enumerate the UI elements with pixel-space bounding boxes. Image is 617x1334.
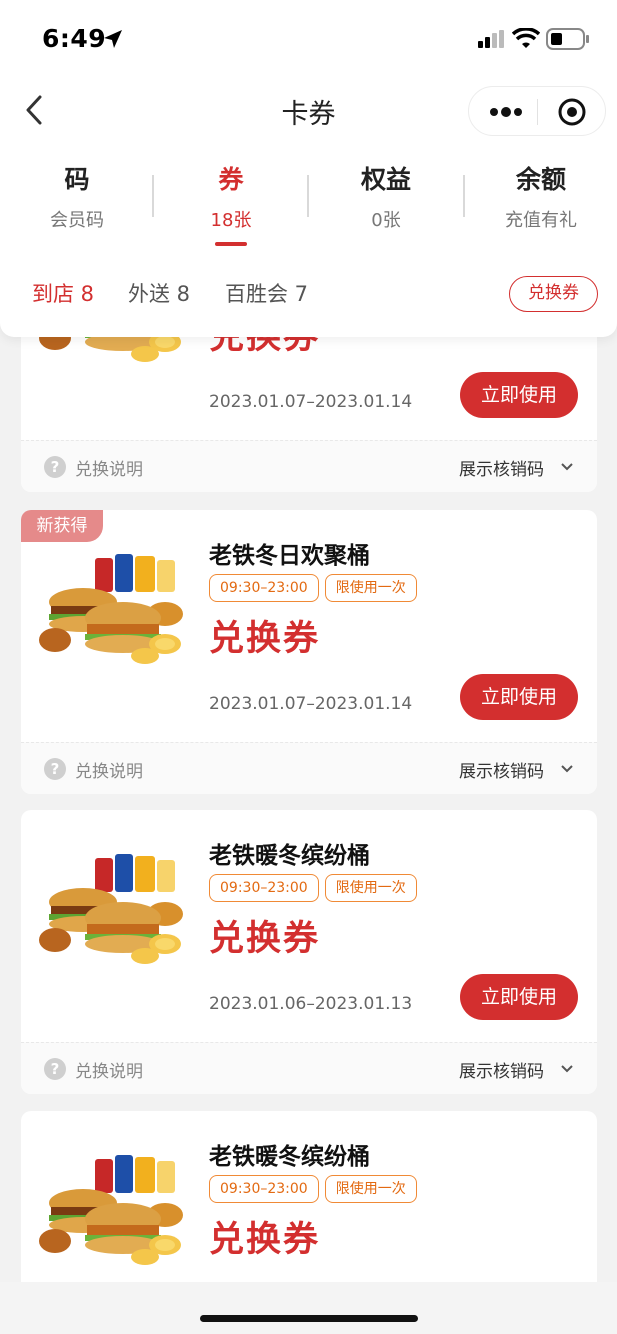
redeem-instructions-link[interactable]: 兑换说明: [75, 455, 143, 480]
tab-member-code[interactable]: 码 会员码: [0, 150, 154, 232]
coupon-name: 老铁冬日欢聚桶: [209, 543, 370, 569]
battery-icon: [546, 28, 589, 50]
meal-image: [39, 1155, 183, 1265]
tab-benefits[interactable]: 权益 0张: [309, 150, 463, 232]
top-tabs: 码 会员码 券 18张 权益 0张 余额 充值有礼: [0, 150, 617, 250]
nav-bar: 卡券: [0, 78, 617, 144]
tab-title: 余额: [515, 165, 566, 194]
time-tag: 09:30–23:00: [209, 1175, 319, 1203]
sub-tab-delivery[interactable]: 外送 8: [128, 278, 190, 308]
coupon-card: 新获得 老铁冬日欢聚桶 09:30–23:00 限使用一次 兑换券 2023.01…: [21, 510, 597, 794]
sub-tab-in-store[interactable]: 到店 8: [32, 278, 94, 308]
active-tab-underline: [215, 242, 247, 246]
tab-balance[interactable]: 余额 充值有礼: [464, 150, 617, 232]
coupon-tags: 09:30–23:00 限使用一次: [209, 874, 423, 904]
home-indicator[interactable]: [200, 1315, 418, 1322]
wifi-icon: [512, 28, 540, 48]
coupon-validity: 2023.01.07–2023.01.14: [209, 392, 413, 412]
sub-tabs: 到店 8 外送 8 百胜会 7 兑换券: [0, 270, 617, 316]
coupon-name: 老铁暖冬缤纷桶: [209, 843, 370, 869]
use-now-button[interactable]: 立即使用: [460, 372, 578, 418]
coupon-card-body[interactable]: 老铁暖冬缤纷桶 09:30–23:00 限使用一次 兑换券: [21, 1111, 597, 1311]
chevron-down-icon[interactable]: [561, 1064, 573, 1074]
coupon-tags: 09:30–23:00 限使用一次: [209, 574, 423, 604]
coupon-validity: 2023.01.06–2023.01.13: [209, 994, 413, 1014]
bottom-safe-area: [0, 1282, 617, 1334]
help-question-icon: ?: [44, 456, 66, 478]
tab-subtitle: 0张: [371, 210, 401, 231]
show-verification-code-link[interactable]: 展示核销码: [459, 1057, 544, 1082]
coupon-card-footer: ? 兑换说明 展示核销码: [21, 742, 597, 794]
tab-coupons[interactable]: 券 18张: [154, 150, 308, 246]
svg-text:?: ?: [51, 760, 60, 778]
time-tag: 09:30–23:00: [209, 574, 319, 602]
coupon-card-body[interactable]: 老铁暖冬缤纷桶 09:30–23:00 限使用一次 兑换券 2023.01.06–…: [21, 810, 597, 1042]
sub-tab-yum-club[interactable]: 百胜会 7: [225, 278, 308, 308]
usage-limit-tag: 限使用一次: [324, 1175, 417, 1203]
show-verification-code-link[interactable]: 展示核销码: [459, 455, 544, 480]
help-question-icon: ?: [44, 758, 66, 780]
coupon-type: 兑换券: [209, 619, 321, 659]
coupon-card-body[interactable]: 新获得 老铁冬日欢聚桶 09:30–23:00 限使用一次 兑换券 2023.01…: [21, 510, 597, 742]
tab-title: 券: [218, 165, 244, 194]
meal-image: [39, 554, 183, 664]
coupon-card: 老铁暖冬缤纷桶 09:30–23:00 限使用一次 兑换券 2023.01.06–…: [21, 810, 597, 1094]
mini-program-capsule: [468, 86, 606, 136]
time-tag: 09:30–23:00: [209, 874, 319, 902]
redeem-instructions-link[interactable]: 兑换说明: [75, 1057, 143, 1082]
more-dots-icon[interactable]: [489, 101, 523, 123]
chevron-down-icon[interactable]: [561, 462, 573, 472]
help-question-icon: ?: [44, 1058, 66, 1080]
capsule-divider: [537, 99, 538, 125]
coupon-tags: 09:30–23:00 限使用一次: [209, 1175, 423, 1205]
usage-limit-tag: 限使用一次: [324, 574, 417, 602]
tab-subtitle: 18张: [210, 210, 252, 231]
svg-text:?: ?: [51, 458, 60, 476]
tab-subtitle: 充值有礼: [505, 210, 577, 231]
cellular-signal-icon: [478, 30, 504, 48]
status-bar: 6:49: [0, 0, 617, 78]
tab-title: 权益: [360, 165, 411, 194]
usage-limit-tag: 限使用一次: [324, 874, 417, 902]
new-badge: 新获得: [21, 510, 103, 542]
coupon-card-footer: ? 兑换说明 展示核销码: [21, 1042, 597, 1094]
tab-subtitle: 会员码: [50, 210, 104, 231]
use-now-button[interactable]: 立即使用: [460, 974, 578, 1020]
use-now-button[interactable]: 立即使用: [460, 674, 578, 720]
header: 6:49 卡券 码 会员码 券 18张 权益 0张 余额 充值有礼 到店 8 外…: [0, 0, 617, 337]
coupon-card: 老铁暖冬缤纷桶 09:30–23:00 限使用一次 兑换券: [21, 1111, 597, 1311]
svg-text:?: ?: [51, 1060, 60, 1078]
location-arrow-icon: [104, 30, 122, 48]
coupon-card-footer: ? 兑换说明 展示核销码: [21, 440, 597, 492]
coupon-validity: 2023.01.07–2023.01.14: [209, 694, 413, 714]
chevron-down-icon[interactable]: [561, 764, 573, 774]
coupon-type: 兑换券: [209, 919, 321, 959]
meal-image: [39, 854, 183, 964]
coupon-name: 老铁暖冬缤纷桶: [209, 1144, 370, 1170]
coupon-type: 兑换券: [209, 1220, 321, 1260]
redeem-instructions-link[interactable]: 兑换说明: [75, 757, 143, 782]
status-time: 6:49: [42, 24, 107, 53]
close-target-icon[interactable]: [557, 97, 587, 127]
tab-title: 码: [64, 165, 90, 194]
show-verification-code-link[interactable]: 展示核销码: [459, 757, 544, 782]
redeem-coupon-button[interactable]: 兑换券: [509, 276, 598, 312]
